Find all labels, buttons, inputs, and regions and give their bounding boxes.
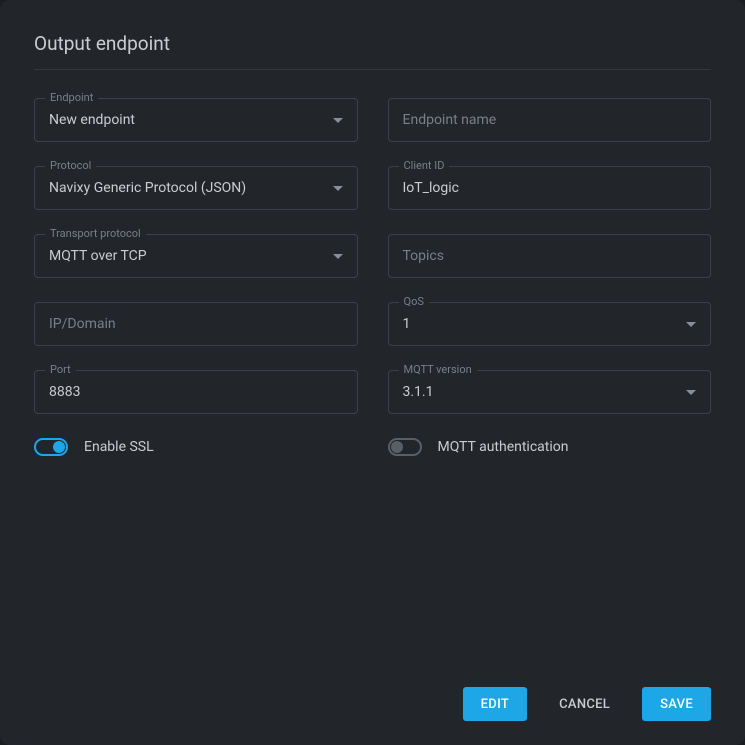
client-id-input[interactable]: Client ID IoT_logic (388, 166, 712, 210)
mqtt-version-select[interactable]: MQTT version 3.1.1 (388, 370, 712, 414)
enable-ssl-toggle[interactable] (34, 438, 68, 456)
toggle-knob-icon (391, 441, 403, 453)
port-input[interactable]: Port 8883 (34, 370, 358, 414)
caret-down-icon (333, 254, 343, 259)
endpoint-value: New endpoint (49, 112, 333, 128)
toggle-knob-icon (53, 441, 65, 453)
transport-protocol-select[interactable]: Transport protocol MQTT over TCP (34, 234, 358, 278)
topics-input[interactable]: Topics (388, 234, 712, 278)
protocol-select[interactable]: Protocol Navixy Generic Protocol (JSON) (34, 166, 358, 210)
client-id-value: IoT_logic (403, 180, 697, 196)
endpoint-select[interactable]: Endpoint New endpoint (34, 98, 358, 142)
transport-protocol-value: MQTT over TCP (49, 248, 333, 264)
protocol-value: Navixy Generic Protocol (JSON) (49, 180, 333, 196)
edit-button[interactable]: EDIT (463, 687, 527, 721)
enable-ssl-label: Enable SSL (84, 439, 154, 455)
qos-select[interactable]: QoS 1 (388, 302, 712, 346)
mqtt-version-label: MQTT version (399, 363, 477, 376)
endpoint-name-input[interactable]: Endpoint name (388, 98, 712, 142)
qos-value: 1 (403, 316, 687, 332)
ip-domain-placeholder: IP/Domain (49, 316, 343, 332)
caret-down-icon (333, 186, 343, 191)
mqtt-auth-group: MQTT authentication (388, 438, 712, 456)
enable-ssl-group: Enable SSL (34, 438, 358, 456)
client-id-label: Client ID (399, 159, 450, 172)
caret-down-icon (686, 322, 696, 327)
ip-domain-input[interactable]: IP/Domain (34, 302, 358, 346)
topics-placeholder: Topics (403, 248, 697, 264)
output-endpoint-panel: Output endpoint Endpoint New endpoint En… (0, 0, 745, 745)
mqtt-auth-label: MQTT authentication (438, 439, 569, 455)
page-title: Output endpoint (34, 32, 711, 70)
cancel-button[interactable]: CANCEL (541, 687, 628, 721)
protocol-label: Protocol (45, 159, 96, 172)
endpoint-label: Endpoint (45, 91, 98, 104)
toggles-row: Enable SSL MQTT authentication (34, 438, 711, 456)
mqtt-version-value: 3.1.1 (403, 384, 687, 400)
mqtt-auth-toggle[interactable] (388, 438, 422, 456)
port-label: Port (45, 363, 76, 376)
transport-protocol-label: Transport protocol (45, 227, 146, 240)
caret-down-icon (333, 118, 343, 123)
caret-down-icon (686, 390, 696, 395)
form-grid: Endpoint New endpoint Endpoint name Prot… (34, 98, 711, 414)
endpoint-name-placeholder: Endpoint name (403, 112, 697, 128)
footer-actions: EDIT CANCEL SAVE (463, 687, 711, 721)
qos-label: QoS (399, 295, 429, 308)
port-value: 8883 (49, 384, 343, 400)
save-button[interactable]: SAVE (642, 687, 711, 721)
